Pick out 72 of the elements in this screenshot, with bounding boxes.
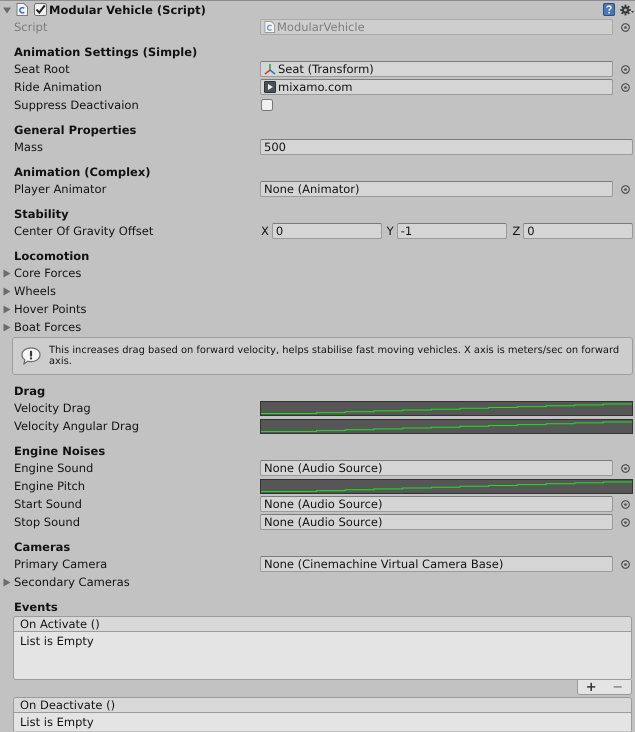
section-heading: Animation (Complex)	[14, 165, 151, 179]
animation-clip-icon	[264, 81, 276, 93]
number-field[interactable]: 500	[260, 139, 633, 155]
object-field[interactable]: None (Audio Source)	[260, 514, 613, 530]
empty-list-text: List is Empty	[20, 634, 94, 648]
exclamation-icon	[21, 347, 41, 365]
property-label: Stop Sound	[14, 515, 80, 529]
property-label: Start Sound	[14, 497, 82, 511]
section-heading: Events	[14, 600, 58, 614]
curve-field[interactable]	[260, 418, 633, 434]
checkbox[interactable]	[261, 99, 273, 111]
help-text: This increases drag based on forward velocity, helps stabilise fast moving vehicles. X axis is meters/sec on forward axis.	[49, 345, 620, 367]
property-label: Primary Camera	[14, 557, 108, 571]
property-label: Player Animator	[14, 182, 106, 196]
section-heading: General Properties	[14, 123, 136, 137]
axis-label: X	[261, 224, 269, 238]
property-label: Ride Animation	[14, 80, 102, 94]
foldout-caret-icon[interactable]	[3, 322, 11, 332]
object-picker-icon[interactable]	[621, 22, 630, 32]
object-field[interactable]: None (Animator)	[260, 181, 613, 197]
property-label: Velocity Angular Drag	[14, 419, 140, 433]
number-field[interactable]: 0	[523, 223, 634, 239]
property-label: Engine Sound	[14, 461, 94, 475]
settings-icon[interactable]	[620, 4, 634, 16]
object-picker-icon[interactable]	[621, 464, 630, 472]
object-picker-icon[interactable]	[621, 184, 630, 194]
section-heading: Stability	[14, 207, 69, 221]
transform-axes-icon	[264, 63, 276, 75]
foldout-label[interactable]: Core Forces	[14, 266, 82, 280]
axis-label: Y	[386, 224, 394, 238]
curve-field[interactable]	[260, 400, 633, 416]
component-title: Modular Vehicle (Script)	[49, 2, 206, 16]
section-heading: Engine Noises	[14, 444, 106, 458]
foldout-caret-icon[interactable]	[3, 304, 11, 314]
property-label: Mass	[14, 140, 43, 154]
property-label: Velocity Drag	[14, 401, 91, 415]
curve-field[interactable]	[260, 478, 633, 494]
foldout-label[interactable]: Boat Forces	[14, 320, 82, 334]
empty-list-text: List is Empty	[20, 715, 94, 729]
number-field[interactable]: 0	[272, 223, 382, 239]
object-field: ModularVehicle	[260, 19, 613, 35]
object-picker-icon[interactable]	[621, 560, 630, 568]
property-label: Seat Root	[14, 62, 70, 76]
foldout-label[interactable]: Wheels	[14, 284, 56, 298]
foldout-caret-icon[interactable]	[3, 578, 11, 586]
foldout-caret-icon[interactable]	[3, 286, 11, 296]
property-label: Engine Pitch	[14, 479, 86, 493]
property-label: Suppress Deactivaion	[14, 98, 139, 112]
property-label: Center Of Gravity Offset	[14, 224, 154, 238]
script-icon	[264, 21, 275, 33]
axis-label: Z	[512, 224, 520, 238]
object-field[interactable]: Seat (Transform)	[260, 61, 613, 77]
section-heading: Drag	[14, 384, 46, 398]
foldout-label[interactable]: Secondary Cameras	[14, 575, 130, 589]
enabled-checkbox[interactable]	[34, 3, 47, 16]
foldout-caret-icon[interactable]	[3, 6, 11, 14]
section-heading: Animation Settings (Simple)	[14, 45, 198, 59]
number-field[interactable]: -1	[396, 223, 508, 239]
event-header: On Deactivate ()	[13, 697, 632, 713]
event-header: On Activate ()	[13, 616, 632, 632]
foldout-caret-icon[interactable]	[3, 268, 11, 278]
add-button[interactable]: +	[582, 680, 600, 694]
help-icon[interactable]	[603, 3, 615, 16]
script-icon	[16, 3, 28, 16]
section-heading: Locomotion	[14, 249, 90, 263]
object-field[interactable]: None (Cinemachine Virtual Camera Base)	[260, 556, 613, 572]
object-field[interactable]: None (Audio Source)	[260, 460, 613, 476]
object-field[interactable]: mixamo.com	[260, 79, 613, 95]
section-heading: Cameras	[14, 540, 70, 554]
property-label: Script	[14, 20, 48, 34]
foldout-label[interactable]: Hover Points	[14, 302, 86, 316]
object-field[interactable]: None (Audio Source)	[260, 496, 613, 512]
